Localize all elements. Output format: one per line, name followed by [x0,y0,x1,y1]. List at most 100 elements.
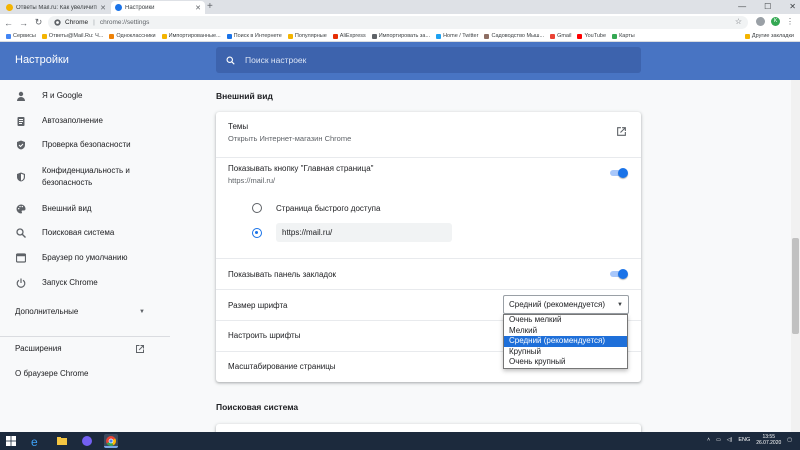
page-zoom-label: Масштабирование страницы [228,362,336,371]
themes-label: Темы [228,122,249,131]
chevron-down-icon: ▼ [617,301,623,308]
volume-icon[interactable]: ◁) [727,437,733,443]
dropdown-option[interactable]: Крупный [504,347,627,358]
forward-arrow-icon[interactable]: → [17,18,30,28]
page-scrollbar[interactable] [791,80,800,432]
sidebar-item-safety-check[interactable]: Проверка безопасности [0,139,170,151]
maximize-icon[interactable]: ☐ [764,1,771,12]
minimize-icon[interactable]: — [738,1,746,12]
themes-sublabel: Открыть Интернет-магазин Chrome [228,134,352,143]
bookmark-item[interactable]: Gmail [550,33,571,39]
svg-text:e: e [31,435,38,448]
bookmark-item[interactable]: Импортировать за... [371,33,430,39]
themes-row[interactable]: Темы Открыть Интернет-магазин Chrome [216,112,641,157]
font-size-label: Размер шрифта [228,301,288,310]
font-size-value: Средний (рекомендуется) [509,300,606,309]
browser-toolbar: ← → ↻ Chrome | chrome://settings ☆ K ⋮ [0,14,800,31]
maps-icon [612,33,618,39]
network-icon[interactable]: ▭ [716,437,721,443]
home-button-toggle[interactable] [608,168,628,178]
open-in-new-icon[interactable] [616,126,627,137]
edge-icon[interactable]: e [28,434,42,449]
address-bar[interactable]: Chrome | chrome://settings ☆ [48,16,748,29]
new-tab-button[interactable]: + [207,1,213,13]
windows-start-icon[interactable] [6,436,16,446]
bookmark-item[interactable]: Ответы@Mail.Ru: Ч... [41,33,103,39]
dropdown-option-selected[interactable]: Средний (рекомендуется) [504,336,627,347]
power-icon [15,277,27,289]
sidebar-item-privacy[interactable]: Конфиденциальность и безопасность [0,165,170,189]
profile-avatar[interactable]: K [771,17,780,26]
bookmarks-bar-label: Показывать панель закладок [228,270,337,279]
sidebar-item-autofill[interactable]: Автозаполнение [0,115,170,127]
tab-mail-answers[interactable]: Ответы Mail.ru: Как увеличить ш... ✕ [2,1,110,14]
dropdown-option[interactable]: Очень мелкий [504,315,627,326]
sidebar-item-on-startup[interactable]: Запуск Chrome [0,277,170,289]
close-icon[interactable]: ✕ [195,4,201,12]
bookmark-item[interactable]: Поиск в Интернете [226,33,282,39]
close-icon[interactable]: ✕ [100,4,106,12]
advanced-label: Дополнительные [15,307,79,316]
radio-new-tab-page[interactable]: Страница быстрого доступа [252,203,380,213]
radio-button-checked[interactable] [252,228,262,238]
notifications-icon[interactable]: ▢ [787,437,792,443]
scrollbar-thumb[interactable] [792,238,799,334]
bookmark-item[interactable]: Популярные [287,33,327,39]
language-indicator[interactable]: ENG [738,437,750,443]
gmail-icon [550,33,556,39]
open-in-new-icon[interactable] [135,344,145,354]
search-input[interactable] [245,55,625,65]
file-explorer-icon[interactable] [55,434,69,448]
dropdown-option[interactable]: Мелкий [504,326,627,337]
tab-settings[interactable]: Настройки ✕ [111,1,205,14]
sidebar-item-extensions[interactable]: Расширения [15,344,145,353]
sidebar-item-about-chrome[interactable]: О браузере Chrome [15,369,145,378]
folder-icon [161,33,167,39]
chevron-down-icon: ▼ [139,308,145,315]
bookmark-item[interactable]: Home / Twitter [436,33,478,39]
menu-kebab-icon[interactable]: ⋮ [786,17,794,26]
sidebar-item-appearance[interactable]: Внешний вид [0,203,170,215]
tab-label: Настройки [125,4,155,11]
clock[interactable]: 13:55 26.07.2020 [756,434,781,446]
mail-favicon-icon [6,4,13,11]
home-url-input[interactable] [276,223,452,242]
font-size-select[interactable]: Средний (рекомендуется) ▼ [503,295,629,314]
radio-button[interactable] [252,203,262,213]
separator: | [93,19,95,26]
back-arrow-icon[interactable]: ← [2,18,15,28]
settings-favicon-icon [115,4,122,11]
bookmarks-bar-row[interactable]: Показывать панель закладок [216,258,641,289]
other-bookmarks[interactable]: Другие закладки [744,33,794,39]
extension-icon[interactable] [756,17,765,26]
aliexpress-icon [332,33,338,39]
sidebar-advanced-toggle[interactable]: Дополнительные ▼ [15,307,145,316]
bookmark-item[interactable]: AliExpress [332,33,366,39]
bookmarks-bar-toggle[interactable] [608,269,628,279]
radio-custom-url[interactable] [252,228,276,238]
bookmark-item[interactable]: YouTube [577,33,606,39]
reload-icon[interactable]: ↻ [32,17,45,28]
chevron-up-icon[interactable]: ˄ [707,437,710,443]
apps-icon [6,33,11,39]
close-window-icon[interactable]: ✕ [789,1,796,12]
person-icon [15,90,27,102]
settings-search[interactable] [216,47,641,73]
shield-icon [15,171,27,183]
bookmark-star-icon[interactable]: ☆ [735,17,742,26]
radio-label: Страница быстрого доступа [276,203,381,213]
dropdown-option[interactable]: Очень крупный [504,357,627,368]
bookmark-item[interactable]: Садоводство Мыш... [484,33,544,39]
ok-icon [109,33,115,39]
sidebar-item-you-and-google[interactable]: Я и Google [0,90,170,102]
chrome-taskbar-icon[interactable] [104,434,118,448]
bookmark-item[interactable]: Карты [612,33,635,39]
viber-icon[interactable] [80,434,94,448]
twitter-icon [436,33,442,39]
sidebar-item-search-engine[interactable]: Поисковая система [0,227,170,239]
sidebar-item-default-browser[interactable]: Браузер по умолчанию [0,252,170,264]
bookmark-item[interactable]: Импортированные... [161,33,221,39]
home-button-sublabel: https://mail.ru/ [228,176,276,185]
bookmark-item[interactable]: Сервисы [6,33,36,39]
bookmark-item[interactable]: Одноклассники [109,33,156,39]
